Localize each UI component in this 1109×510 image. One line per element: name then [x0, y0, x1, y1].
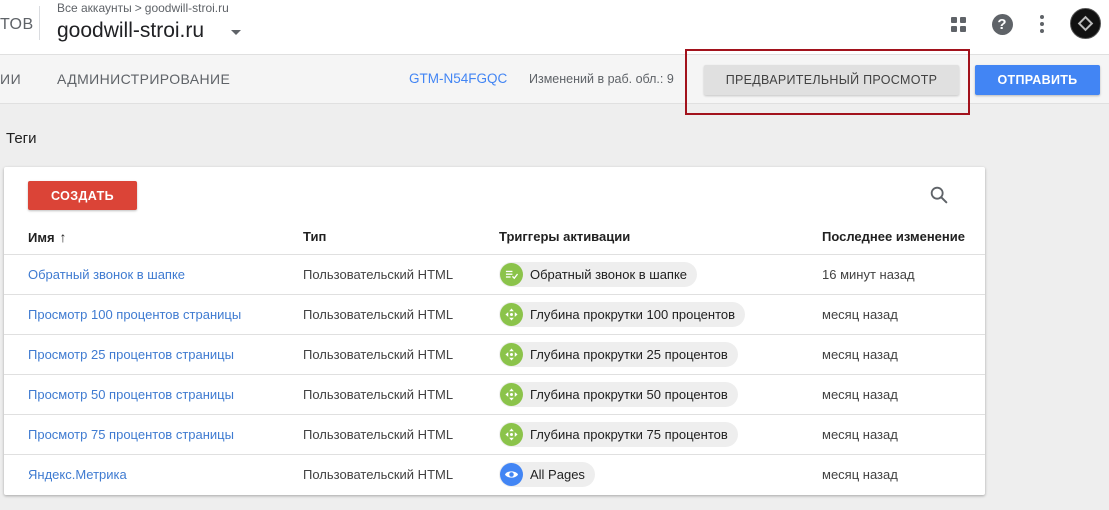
tag-name-link[interactable]: Яндекс.Метрика [28, 467, 127, 482]
tag-type: Пользовательский HTML [303, 307, 454, 322]
tag-name-link[interactable]: Просмотр 75 процентов страницы [28, 427, 234, 442]
tag-type: Пользовательский HTML [303, 427, 454, 442]
container-selector[interactable]: goodwill-stroi.ru [57, 19, 204, 43]
nav-tab-fragment[interactable]: ИИ [0, 71, 21, 87]
divider [39, 6, 40, 40]
scroll-depth-icon [500, 343, 523, 366]
last-modified: месяц назад [822, 347, 898, 362]
table-body: Обратный звонок в шапке Пользовательский … [4, 255, 985, 495]
breadcrumb-account[interactable]: goodwill-stroi.ru [145, 1, 229, 15]
table-row[interactable]: Просмотр 25 процентов страницы Пользовате… [4, 335, 985, 375]
top-bar: ТОВ Все аккаунты > goodwill-stroi.ru goodw… [0, 0, 1109, 54]
search-icon[interactable] [928, 184, 950, 206]
table-header: Имя ↑ Тип Триггеры активации Последнее из… [4, 219, 985, 255]
more-vert-icon[interactable] [1030, 12, 1054, 36]
container-id-link[interactable]: GTM-N54FGQC [409, 71, 507, 86]
trigger-label: Глубина прокрутки 75 процентов [530, 427, 728, 442]
breadcrumb: Все аккаунты > goodwill-stroi.ru [57, 1, 229, 15]
table-row[interactable]: Просмотр 75 процентов страницы Пользовате… [4, 415, 985, 455]
workspace-changes-count: Изменений в раб. обл.: 9 [529, 72, 674, 86]
trigger-label: Глубина прокрутки 25 процентов [530, 347, 728, 362]
sort-arrow-up-icon[interactable]: ↑ [60, 229, 67, 245]
trigger-label: Глубина прокрутки 100 процентов [530, 307, 736, 322]
trigger-chip[interactable]: Глубина прокрутки 50 процентов [499, 382, 738, 407]
highlight-annotation [685, 49, 970, 115]
submit-button[interactable]: ОТПРАВИТЬ [975, 65, 1100, 95]
column-header-type[interactable]: Тип [303, 229, 326, 244]
last-modified: месяц назад [822, 427, 898, 442]
apps-icon[interactable] [946, 12, 970, 36]
trigger-chip[interactable]: Глубина прокрутки 75 процентов [499, 422, 738, 447]
scroll-depth-icon [500, 383, 523, 406]
tag-type: Пользовательский HTML [303, 267, 454, 282]
tag-type: Пользовательский HTML [303, 387, 454, 402]
chevron-down-icon[interactable] [231, 30, 241, 35]
column-header-name[interactable]: Имя ↑ [28, 229, 67, 245]
trigger-chip[interactable]: Обратный звонок в шапке [499, 262, 698, 287]
tag-name-link[interactable]: Просмотр 25 процентов страницы [28, 347, 234, 362]
tag-name-link[interactable]: Обратный звонок в шапке [28, 267, 185, 282]
trigger-label: All Pages [530, 467, 585, 482]
trigger-chip[interactable]: Глубина прокрутки 100 процентов [499, 302, 746, 327]
trigger-label: Глубина прокрутки 50 процентов [530, 387, 728, 402]
tags-card: СОЗДАТЬ Имя ↑ Тип Триггеры активации Посл… [4, 167, 985, 495]
breadcrumb-separator: > [134, 1, 142, 15]
create-button[interactable]: СОЗДАТЬ [28, 181, 137, 210]
tag-name-link[interactable]: Просмотр 50 процентов страницы [28, 387, 234, 402]
tab-admin[interactable]: АДМИНИСТРИРОВАНИЕ [57, 71, 230, 87]
product-name-fragment: ТОВ [0, 16, 34, 33]
last-modified: 16 минут назад [822, 267, 915, 282]
avatar[interactable] [1070, 8, 1101, 39]
table-row[interactable]: Обратный звонок в шапке Пользовательский … [4, 255, 985, 295]
form-check-icon [500, 263, 523, 286]
last-modified: месяц назад [822, 467, 898, 482]
breadcrumb-all-accounts[interactable]: Все аккаунты [57, 1, 132, 15]
trigger-chip[interactable]: All Pages [499, 462, 595, 487]
last-modified: месяц назад [822, 387, 898, 402]
last-modified: месяц назад [822, 307, 898, 322]
scroll-depth-icon [500, 303, 523, 326]
tag-type: Пользовательский HTML [303, 347, 454, 362]
column-header-last-modified[interactable]: Последнее изменение [822, 229, 965, 244]
trigger-label: Обратный звонок в шапке [530, 267, 688, 282]
page-title: Теги [6, 130, 37, 147]
trigger-chip[interactable]: Глубина прокрутки 25 процентов [499, 342, 738, 367]
eye-icon [500, 463, 523, 486]
table-row[interactable]: Яндекс.Метрика Пользовательский HTML All P… [4, 455, 985, 495]
table-row[interactable]: Просмотр 50 процентов страницы Пользовате… [4, 375, 985, 415]
table-row[interactable]: Просмотр 100 процентов страницы Пользоват… [4, 295, 985, 335]
tag-name-link[interactable]: Просмотр 100 процентов страницы [28, 307, 241, 322]
tag-type: Пользовательский HTML [303, 467, 454, 482]
column-header-triggers[interactable]: Триггеры активации [499, 229, 630, 244]
help-icon[interactable]: ? [990, 12, 1014, 36]
scroll-depth-icon [500, 423, 523, 446]
